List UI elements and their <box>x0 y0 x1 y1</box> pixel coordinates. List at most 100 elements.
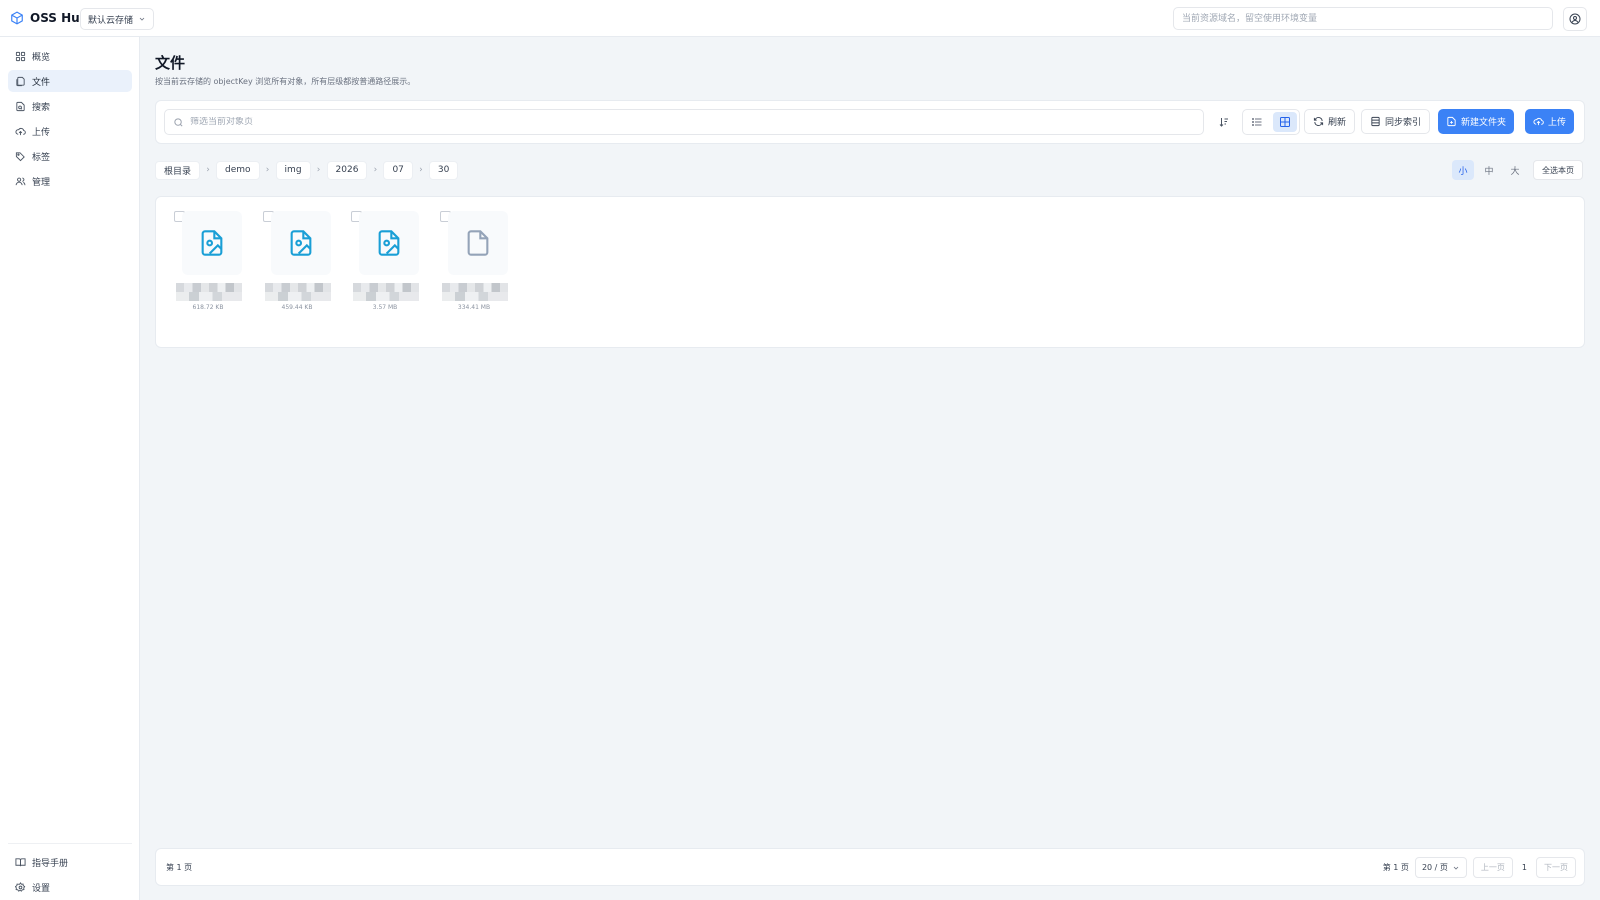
sync-index-button[interactable]: 同步索引 <box>1361 109 1431 134</box>
page-description: 按当前云存储的 objectKey 浏览所有对象，所有层级都按普通路径展示。 <box>155 77 416 86</box>
sort-icon <box>1219 118 1228 127</box>
file-size: 3.57 MB <box>372 304 398 311</box>
file-thumbnail[interactable] <box>359 211 419 275</box>
upload-label: 上传 <box>1548 118 1567 128</box>
sidebar-item-settings[interactable]: 设置 <box>8 876 132 898</box>
size-small-button[interactable]: 小 <box>1452 160 1474 180</box>
search-icon <box>174 117 183 127</box>
sidebar-item-overview[interactable]: 概览 <box>8 45 132 67</box>
storage-select[interactable]: 默认云存储 <box>80 8 154 30</box>
breadcrumb-item[interactable]: 07 <box>383 160 413 180</box>
select-all-button[interactable]: 全选本页 <box>1533 160 1583 180</box>
grid-view-icon <box>1280 117 1290 127</box>
cloud-upload-icon <box>15 127 26 135</box>
filter-input[interactable] <box>190 117 1170 127</box>
sidebar-item-label: 设置 <box>32 883 51 894</box>
tags-icon <box>15 151 25 161</box>
sidebar-item-label: 管理 <box>32 177 51 188</box>
file-tile[interactable]: 459.44 KB <box>259 211 335 321</box>
sidebar-item-search[interactable]: 搜索 <box>8 95 132 117</box>
generic-file-icon <box>467 230 489 256</box>
chevron-right-icon: › <box>265 165 270 175</box>
file-tile[interactable]: 618.72 KB <box>170 211 246 321</box>
sidebar-bottom-nav: 指导手册 设置 <box>8 843 132 900</box>
upload-button[interactable]: 上传 <box>1525 109 1575 134</box>
database-icon <box>1371 116 1380 127</box>
sidebar-item-label: 搜索 <box>32 102 51 113</box>
breadcrumb-item-current[interactable]: 30 <box>428 160 459 180</box>
pagination-bar: 第 1 页 第 1 页 20 / 页 上一页 1 下一页 <box>155 848 1585 886</box>
size-large-button[interactable]: 大 <box>1504 160 1526 180</box>
cube-logo-icon <box>11 11 23 25</box>
sidebar-item-guide[interactable]: 指导手册 <box>8 851 132 873</box>
file-name-redacted <box>353 283 419 301</box>
sidebar-item-label: 指导手册 <box>32 858 69 869</box>
sidebar-item-tags[interactable]: 标签 <box>8 145 132 167</box>
brand[interactable]: OSS Hub <box>10 11 88 25</box>
sidebar-item-label: 文件 <box>32 77 51 88</box>
sidebar-nav: 概览 文件 搜索 上传 标签 管理 <box>8 45 132 195</box>
file-grid: 618.72 KB 459.44 KB 3.57 MB 334.41 MB <box>155 196 1585 348</box>
file-name-redacted <box>176 283 242 301</box>
breadcrumb-item[interactable]: demo <box>216 160 260 180</box>
new-file-icon <box>1447 116 1456 127</box>
file-toolbar: 刷新 同步索引 新建文件夹 上传 <box>155 100 1585 144</box>
sidebar-item-files[interactable]: 文件 <box>8 70 132 92</box>
sort-button[interactable] <box>1213 111 1235 133</box>
file-tile[interactable]: 3.57 MB <box>347 211 423 321</box>
filter-field[interactable] <box>164 109 1204 135</box>
chevron-right-icon: › <box>316 165 321 175</box>
view-mode-toggle <box>1242 109 1300 135</box>
current-page-label: 第 1 页 <box>1382 863 1409 872</box>
refresh-label: 刷新 <box>1328 118 1347 128</box>
file-thumbnail[interactable] <box>182 211 242 275</box>
breadcrumb-item[interactable]: img <box>275 160 311 180</box>
image-file-icon <box>201 230 223 256</box>
next-page-button[interactable]: 下一页 <box>1536 857 1576 878</box>
file-thumbnail[interactable] <box>271 211 331 275</box>
sidebar-item-label: 标签 <box>32 152 51 163</box>
domain-input[interactable] <box>1173 7 1553 30</box>
breadcrumb: 根目录 › demo › img › 2026 › 07 › 30 <box>155 160 459 180</box>
file-size: 334.41 MB <box>457 304 491 311</box>
cloud-upload-icon <box>1533 117 1544 126</box>
refresh-icon <box>1313 117 1324 126</box>
sync-index-label: 同步索引 <box>1385 118 1422 128</box>
sidebar-item-admin[interactable]: 管理 <box>8 170 132 192</box>
gear-icon <box>15 881 26 892</box>
prev-page-button[interactable]: 上一页 <box>1472 857 1513 878</box>
page-size-select[interactable]: 20 / 页 <box>1414 857 1467 878</box>
refresh-button[interactable]: 刷新 <box>1304 109 1356 134</box>
list-icon <box>1252 118 1262 126</box>
search-file-icon <box>16 101 25 111</box>
file-size: 459.44 KB <box>281 304 313 311</box>
pagination-controls: 第 1 页 20 / 页 上一页 1 下一页 <box>1383 857 1576 878</box>
grid-icon <box>15 51 26 61</box>
image-file-icon <box>378 230 400 256</box>
book-icon <box>15 857 26 866</box>
files-icon <box>16 76 25 86</box>
breadcrumb-item[interactable]: 2026 <box>326 160 368 180</box>
file-name-redacted <box>442 283 508 301</box>
account-button[interactable] <box>1563 7 1587 31</box>
sidebar-item-label: 上传 <box>32 127 51 138</box>
page-indicator: 第 1 页 <box>166 863 193 872</box>
new-folder-button[interactable]: 新建文件夹 <box>1438 109 1515 134</box>
storage-select-value: 默认云存储 <box>88 15 134 26</box>
page-size-value: 20 / 页 <box>1421 863 1448 872</box>
page-number[interactable]: 1 <box>1519 863 1530 872</box>
grid-view-button[interactable] <box>1273 112 1297 132</box>
list-view-button[interactable] <box>1245 112 1269 132</box>
breadcrumb-item-root[interactable]: 根目录 <box>155 160 201 180</box>
new-folder-label: 新建文件夹 <box>1461 118 1507 128</box>
size-medium-button[interactable]: 中 <box>1478 160 1500 180</box>
file-size: 618.72 KB <box>192 304 224 311</box>
sidebar: 概览 文件 搜索 上传 标签 管理 指导手册 设置 <box>0 37 140 900</box>
file-tile[interactable]: 334.41 MB <box>436 211 512 321</box>
chevron-right-icon: › <box>419 165 423 175</box>
sidebar-item-upload[interactable]: 上传 <box>8 120 132 142</box>
user-circle-icon <box>1569 13 1581 25</box>
sidebar-item-label: 概览 <box>32 52 51 63</box>
chevron-down-icon <box>1453 866 1459 870</box>
file-thumbnail[interactable] <box>448 211 508 275</box>
